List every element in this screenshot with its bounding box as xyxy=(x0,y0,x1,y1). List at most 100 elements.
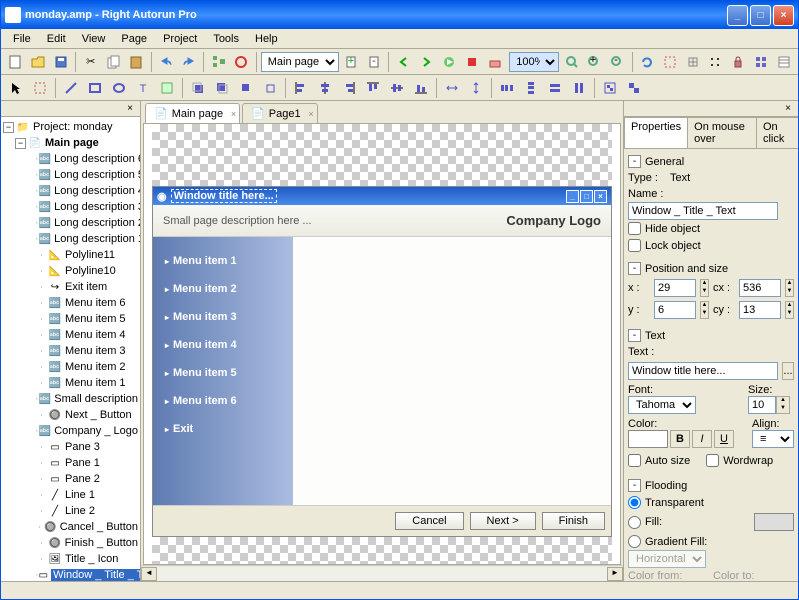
name-input[interactable] xyxy=(628,202,778,220)
underline-button[interactable]: U xyxy=(714,430,734,448)
bring-fwd-icon[interactable] xyxy=(235,77,257,99)
tab-page1[interactable]: 📄Page1× xyxy=(242,103,318,123)
fill-color-swatch[interactable] xyxy=(754,513,794,531)
tree-item[interactable]: ·🔤Menu item 5 xyxy=(3,311,138,327)
align-left-icon[interactable] xyxy=(290,77,312,99)
designed-window[interactable]: ◉ Window title here... _ □ × Small page … xyxy=(152,186,612,537)
designed-menu-item[interactable]: Menu item 3 xyxy=(153,303,293,331)
select-all-icon[interactable] xyxy=(659,51,680,73)
line-tool-icon[interactable] xyxy=(60,77,82,99)
run-icon[interactable] xyxy=(439,51,460,73)
collapse-text[interactable]: - xyxy=(628,329,641,342)
center-h-icon[interactable] xyxy=(441,77,463,99)
save-icon[interactable] xyxy=(51,51,72,73)
align-center-v-icon[interactable] xyxy=(386,77,408,99)
menu-view[interactable]: View xyxy=(74,31,114,47)
tree-item[interactable]: ·🔘Cancel _ Button xyxy=(3,519,138,535)
bring-front-icon[interactable] xyxy=(187,77,209,99)
preview-icon[interactable] xyxy=(231,51,252,73)
maximize-button[interactable]: □ xyxy=(750,5,771,26)
designed-menu-item[interactable]: Menu item 2 xyxy=(153,275,293,303)
horizontal-scrollbar[interactable]: ◄► xyxy=(141,565,623,581)
designed-menu-item[interactable]: Menu item 6 xyxy=(153,387,293,415)
x-spinner[interactable]: ▲▼ xyxy=(700,279,709,297)
nav-fwd-icon[interactable] xyxy=(416,51,437,73)
align-right-icon[interactable] xyxy=(338,77,360,99)
tree-item[interactable]: ·🔘Next _ Button xyxy=(3,407,138,423)
same-height-icon[interactable] xyxy=(568,77,590,99)
tree-item[interactable]: ·🔤Menu item 1 xyxy=(3,375,138,391)
tree-item[interactable]: ·🔘Finish _ Button xyxy=(3,535,138,551)
tab-onclick[interactable]: On click xyxy=(756,117,798,148)
text-more-button[interactable]: ... xyxy=(782,362,794,380)
tree-item[interactable]: ·╱Line 2 xyxy=(3,503,138,519)
fill-radio[interactable] xyxy=(628,516,641,529)
lock-icon[interactable] xyxy=(728,51,749,73)
snap-icon[interactable] xyxy=(705,51,726,73)
canvas[interactable]: ◉ Window title here... _ □ × Small page … xyxy=(143,123,621,565)
wordwrap-checkbox[interactable] xyxy=(706,454,719,467)
cx-input[interactable] xyxy=(739,279,781,297)
cy-input[interactable] xyxy=(739,301,781,319)
tree-item[interactable]: ·╱Line 1 xyxy=(3,487,138,503)
zoom-fit-icon[interactable] xyxy=(561,51,582,73)
designed-logo[interactable]: Company Logo xyxy=(506,213,601,228)
size-input[interactable] xyxy=(748,396,776,414)
center-v-icon[interactable] xyxy=(465,77,487,99)
rect-tool-icon[interactable] xyxy=(84,77,106,99)
designed-finish-button[interactable]: Finish xyxy=(542,512,605,530)
text-input[interactable] xyxy=(628,362,778,380)
designed-menu-item[interactable]: Menu item 1 xyxy=(153,247,293,275)
tree-item[interactable]: ·▭Pane 3 xyxy=(3,439,138,455)
designed-main-pane[interactable] xyxy=(293,237,611,505)
tree-item[interactable]: ·📐Polyline10 xyxy=(3,263,138,279)
stop-icon[interactable] xyxy=(462,51,483,73)
bold-button[interactable]: B xyxy=(670,430,690,448)
y-input[interactable] xyxy=(654,301,696,319)
open-icon[interactable] xyxy=(28,51,49,73)
designed-cancel-button[interactable]: Cancel xyxy=(395,512,463,530)
panel-close-icon[interactable]: × xyxy=(124,103,136,115)
zoom-out-icon[interactable]: - xyxy=(607,51,628,73)
tree-item[interactable]: ·🔤Menu item 6 xyxy=(3,295,138,311)
tab-properties[interactable]: Properties xyxy=(624,117,688,148)
ungroup-icon[interactable] xyxy=(623,77,645,99)
lock-checkbox[interactable] xyxy=(628,239,641,252)
autosize-checkbox[interactable] xyxy=(628,454,641,467)
tree-item[interactable]: ·🔤Menu item 2 xyxy=(3,359,138,375)
menu-edit[interactable]: Edit xyxy=(39,31,74,47)
tree-item[interactable]: ·▭Pane 1 xyxy=(3,455,138,471)
minimize-button[interactable]: _ xyxy=(727,5,748,26)
tree-item[interactable]: ·🔤Menu item 4 xyxy=(3,327,138,343)
tree-root[interactable]: −📁Project: monday xyxy=(3,119,138,135)
gradient-radio[interactable] xyxy=(628,535,641,548)
tree-item[interactable]: ·🔤Long description 3 xyxy=(3,199,138,215)
page-add-icon[interactable]: + xyxy=(341,51,362,73)
designed-menu[interactable]: Menu item 1Menu item 2Menu item 3Menu it… xyxy=(153,237,293,505)
zoom-in-icon[interactable]: + xyxy=(584,51,605,73)
menu-project[interactable]: Project xyxy=(155,31,205,47)
collapse-general[interactable]: - xyxy=(628,155,641,168)
tree-item[interactable]: ·📐Polyline11 xyxy=(3,247,138,263)
dist-v-icon[interactable] xyxy=(520,77,542,99)
project-tree[interactable]: −📁Project: monday −📄Main page ·🔤Long des… xyxy=(1,117,140,581)
gradient-direction-select[interactable]: Horizontal xyxy=(628,550,706,568)
cy-spinner[interactable]: ▲▼ xyxy=(785,301,794,319)
tree-item[interactable]: ·🔤Long description 5 xyxy=(3,167,138,183)
designed-menu-item[interactable]: Menu item 5 xyxy=(153,359,293,387)
ellipse-tool-icon[interactable] xyxy=(108,77,130,99)
text-tool-icon[interactable]: T xyxy=(132,77,154,99)
menu-file[interactable]: File xyxy=(5,31,39,47)
collapse-flooding[interactable]: - xyxy=(628,479,641,492)
props-icon[interactable] xyxy=(773,51,794,73)
nav-back-icon[interactable] xyxy=(393,51,414,73)
designed-menu-item[interactable]: Menu item 4 xyxy=(153,331,293,359)
send-bwd-icon[interactable] xyxy=(259,77,281,99)
tree-item[interactable]: ·▭Pane 2 xyxy=(3,471,138,487)
tree-item[interactable]: ·🖼Title _ Icon xyxy=(3,551,138,567)
align-center-h-icon[interactable] xyxy=(314,77,336,99)
same-width-icon[interactable] xyxy=(544,77,566,99)
tree-item[interactable]: ·▭Window _ Title _ Text xyxy=(3,567,138,581)
menu-help[interactable]: Help xyxy=(247,31,286,47)
designed-close-icon[interactable]: × xyxy=(594,190,607,203)
